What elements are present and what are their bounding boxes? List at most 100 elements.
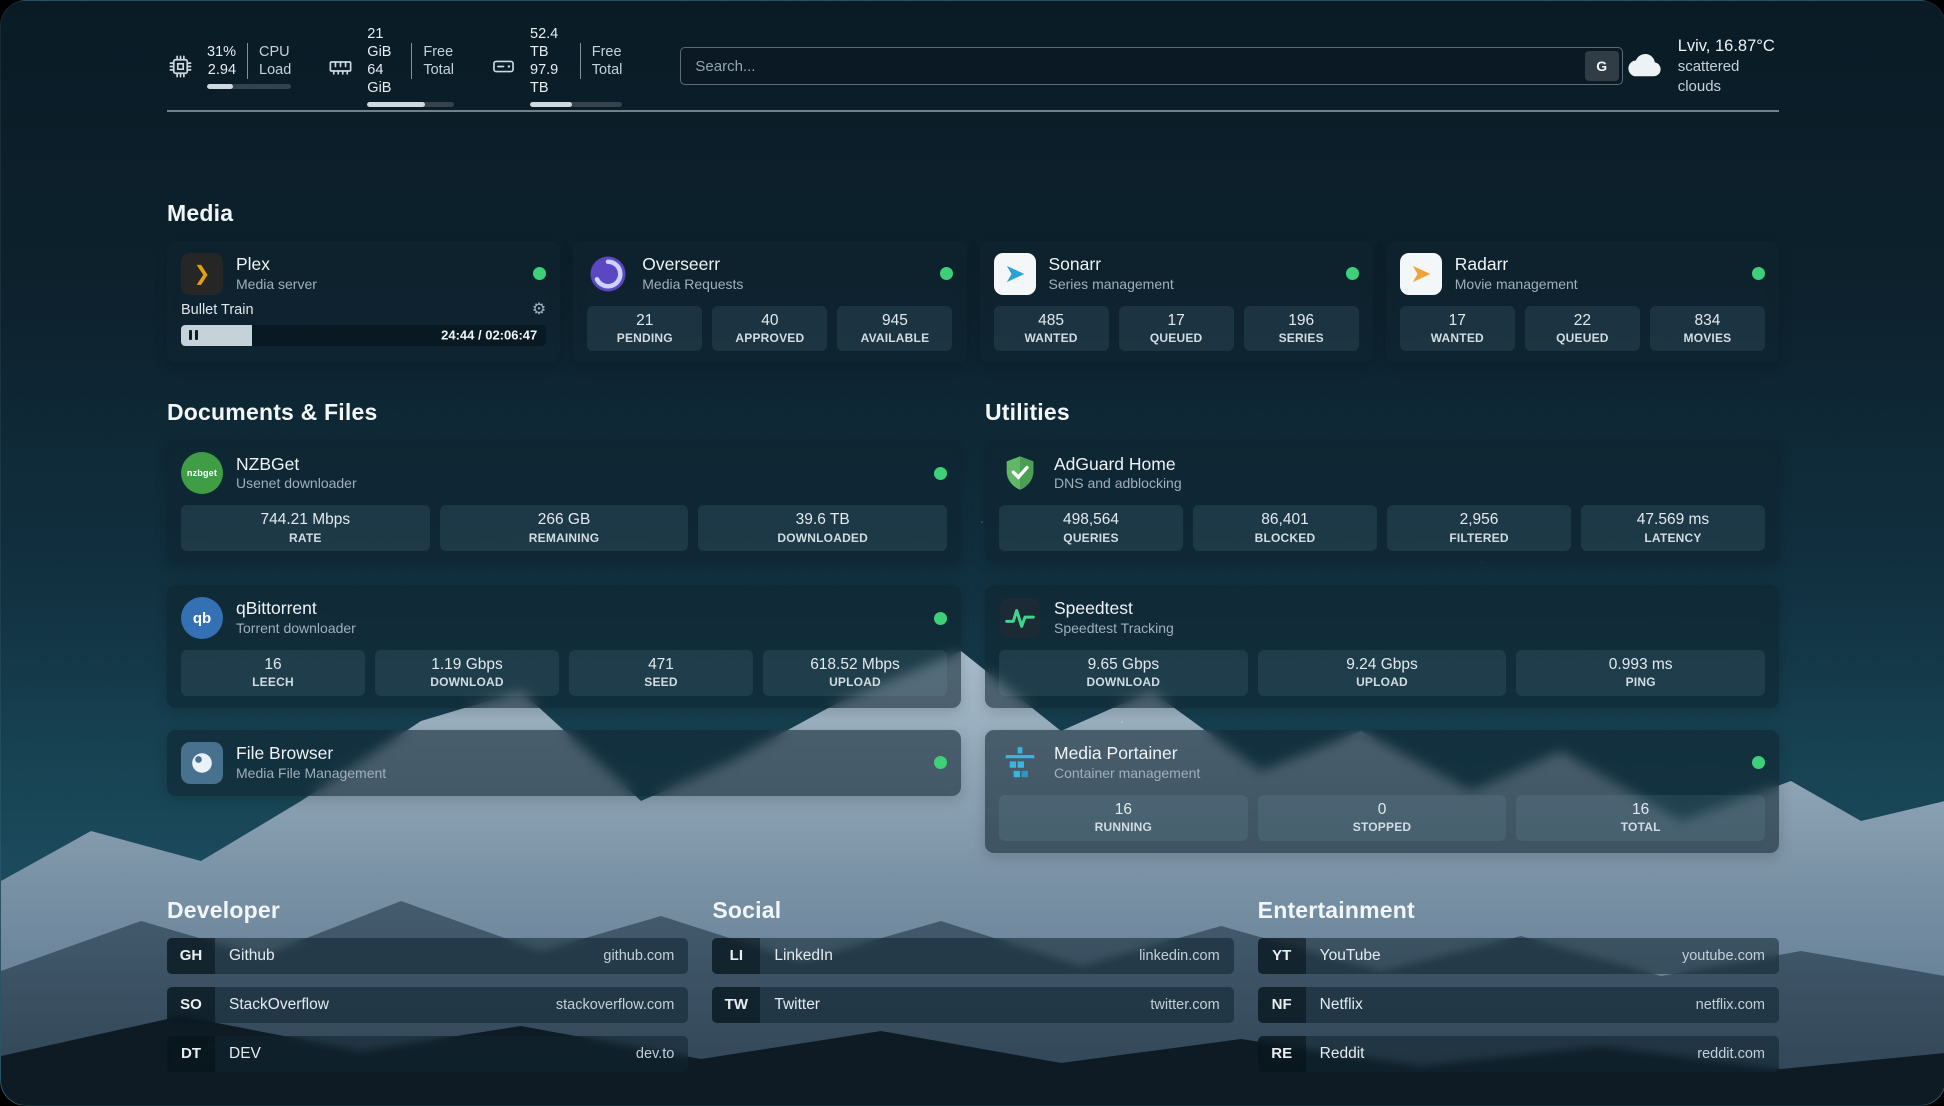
ram-total: 64 GiB — [367, 61, 400, 97]
stat-tile: 17 QUEUED — [1119, 306, 1234, 352]
bookmark-stackoverflow[interactable]: SO StackOverflow stackoverflow.com — [167, 987, 688, 1023]
app-card-adguard[interactable]: AdGuard Home DNS and adblocking 498,564 … — [985, 440, 1779, 563]
utilities-section-title: Utilities — [985, 399, 1779, 426]
social-section-title: Social — [712, 897, 1233, 924]
app-subtitle: Media server — [236, 276, 317, 294]
stat-tile: 266 GB REMAINING — [440, 505, 689, 551]
ram-metric: 21 GiB 64 GiB Free Total — [327, 25, 454, 108]
stat-tile: 9.24 Gbps UPLOAD — [1258, 650, 1507, 696]
playback-time: 24:44 / 02:06:47 — [441, 328, 537, 343]
cpu-label-bottom: Load — [259, 61, 291, 79]
app-subtitle: Speedtest Tracking — [1054, 620, 1174, 638]
stat-tile: 618.52 Mbps UPLOAD — [763, 650, 947, 696]
app-card-overseerr[interactable]: Overseerr Media Requests 21 PENDING 40 A… — [573, 241, 966, 364]
stat-tile: 39.6 TB DOWNLOADED — [698, 505, 947, 551]
app-card-portainer[interactable]: Media Portainer Container management 16 … — [985, 730, 1779, 853]
adguard-icon — [999, 452, 1041, 494]
app-card-filebrowser[interactable]: File Browser Media File Management — [167, 730, 961, 796]
bookmark-netflix[interactable]: NF Netflix netflix.com — [1258, 987, 1779, 1023]
filebrowser-icon — [181, 742, 223, 784]
app-name: Sonarr — [1049, 254, 1174, 276]
ram-progress-bar — [367, 102, 454, 107]
search-input[interactable] — [680, 47, 1622, 85]
gear-icon[interactable]: ⚙ — [532, 302, 546, 318]
stackoverflow-icon: SO — [167, 987, 215, 1023]
stat-tile: 0.993 ms PING — [1516, 650, 1765, 696]
app-card-plex[interactable]: ❯ Plex Media server Bullet Train ⚙ — [167, 241, 560, 364]
app-name: Radarr — [1455, 254, 1578, 276]
app-card-nzbget[interactable]: nzbget NZBGet Usenet downloader 744.21 M… — [167, 440, 961, 563]
bookmark-twitter[interactable]: TW Twitter twitter.com — [712, 987, 1233, 1023]
cloud-icon — [1623, 48, 1665, 85]
stat-tile: 17 WANTED — [1400, 306, 1515, 352]
youtube-icon: YT — [1258, 938, 1306, 974]
section-entertainment: Entertainment YT YouTube youtube.com NF … — [1258, 897, 1779, 1085]
stat-tile: 47.569 ms LATENCY — [1581, 505, 1765, 551]
bookmark-reddit[interactable]: RE Reddit reddit.com — [1258, 1036, 1779, 1072]
stat-tile: 9.65 Gbps DOWNLOAD — [999, 650, 1248, 696]
reddit-icon: RE — [1258, 1036, 1306, 1072]
netflix-icon: NF — [1258, 987, 1306, 1023]
app-subtitle: Media File Management — [236, 765, 386, 783]
app-name: File Browser — [236, 743, 386, 765]
weather-location: Lviv, 16.87°C — [1678, 36, 1779, 57]
app-name: qBittorrent — [236, 598, 356, 620]
cpu-metric: 31% 2.94 CPU Load — [167, 43, 291, 89]
app-card-speedtest[interactable]: Speedtest Speedtest Tracking 9.65 Gbps D… — [985, 585, 1779, 708]
system-metrics: 31% 2.94 CPU Load — [167, 25, 622, 108]
topbar-divider — [167, 110, 1779, 112]
section-developer: Developer GH Github github.com SO StackO… — [167, 897, 688, 1085]
sonarr-icon — [994, 253, 1036, 295]
cpu-load: 2.94 — [208, 61, 236, 79]
disk-label-top: Free — [592, 43, 622, 61]
speedtest-icon — [999, 597, 1041, 639]
cpu-progress-bar — [207, 84, 291, 89]
pause-icon[interactable] — [189, 330, 198, 340]
app-name: Overseerr — [642, 254, 743, 276]
dashboard-content: 31% 2.94 CPU Load — [1, 1, 1944, 1105]
bookmark-dev[interactable]: DT DEV dev.to — [167, 1036, 688, 1072]
status-dot — [1752, 756, 1765, 769]
ram-label-top: Free — [423, 43, 453, 61]
app-subtitle: DNS and adblocking — [1054, 475, 1182, 493]
stat-tile: 744.21 Mbps RATE — [181, 505, 430, 551]
stat-tile: 1.19 Gbps DOWNLOAD — [375, 650, 559, 696]
disk-progress-bar — [530, 102, 622, 107]
stat-tile: 40 APPROVED — [712, 306, 827, 352]
radarr-icon — [1400, 253, 1442, 295]
bookmark-youtube[interactable]: YT YouTube youtube.com — [1258, 938, 1779, 974]
stat-tile: 0 STOPPED — [1258, 795, 1507, 841]
status-dot — [934, 756, 947, 769]
section-documents: Documents & Files nzbget NZBGet Usenet d… — [167, 399, 961, 852]
stat-tile: 945 AVAILABLE — [837, 306, 952, 352]
ram-icon — [327, 53, 354, 80]
overseerr-icon — [587, 253, 629, 295]
disk-label-bottom: Total — [592, 61, 623, 79]
app-subtitle: Container management — [1054, 765, 1200, 783]
playback-progress-bar[interactable]: 24:44 / 02:06:47 — [181, 325, 546, 346]
app-card-sonarr[interactable]: Sonarr Series management 485 WANTED 17 Q… — [980, 241, 1373, 364]
glance-dashboard: 31% 2.94 CPU Load — [0, 0, 1944, 1106]
bookmark-github[interactable]: GH Github github.com — [167, 938, 688, 974]
app-name: AdGuard Home — [1054, 454, 1182, 476]
stat-tile: 498,564 QUERIES — [999, 505, 1183, 551]
section-utilities: Utilities AdGuard Home — [985, 399, 1779, 852]
bookmark-linkedin[interactable]: LI LinkedIn linkedin.com — [712, 938, 1233, 974]
cpu-icon — [167, 53, 194, 80]
stat-tile: 485 WANTED — [994, 306, 1109, 352]
status-dot — [1752, 267, 1765, 280]
stat-tile: 471 SEED — [569, 650, 753, 696]
app-name: Speedtest — [1054, 598, 1174, 620]
app-card-radarr[interactable]: Radarr Movie management 17 WANTED 22 QUE… — [1386, 241, 1779, 364]
twitter-icon: TW — [712, 987, 760, 1023]
stat-tile: 21 PENDING — [587, 306, 702, 352]
github-icon: GH — [167, 938, 215, 974]
qbittorrent-icon: qb — [181, 597, 223, 639]
app-card-qbittorrent[interactable]: qb qBittorrent Torrent downloader 16 LEE… — [167, 585, 961, 708]
topbar: 31% 2.94 CPU Load — [167, 38, 1779, 94]
dev-icon: DT — [167, 1036, 215, 1072]
ram-label-bottom: Total — [423, 61, 454, 79]
search-engine-button[interactable]: G — [1585, 51, 1619, 81]
status-dot — [533, 267, 546, 280]
app-subtitle: Movie management — [1455, 276, 1578, 294]
